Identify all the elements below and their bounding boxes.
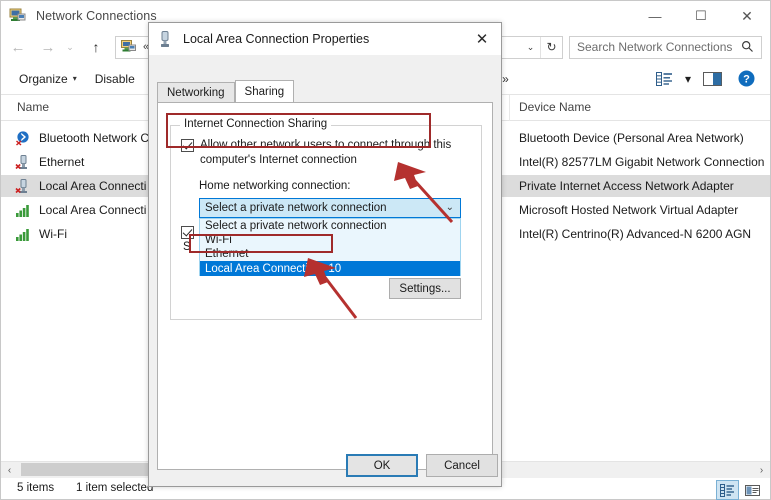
row-name-text: Wi-Fi	[39, 227, 67, 241]
overflow-chevrons-icon[interactable]: »	[502, 72, 509, 86]
group-legend: Internet Connection Sharing	[180, 118, 332, 130]
dialog-titlebar: Local Area Connection Properties ✕	[149, 23, 501, 55]
command-bar-icons: ▾ ?	[650, 66, 760, 92]
row-device-cell: Bluetooth Device (Personal Area Network)	[519, 131, 744, 145]
window-title: Network Connections	[36, 9, 157, 23]
close-button[interactable]: ✕	[724, 1, 770, 31]
home-networking-dropdown-list[interactable]: Select a private network connection Wi-F…	[199, 218, 461, 276]
breadcrumb-network-icon	[121, 39, 137, 55]
obscured-text-line: S	[183, 241, 191, 253]
preview-pane-icon[interactable]	[698, 66, 726, 92]
wireless-signal-icon	[15, 227, 32, 242]
breadcrumb-right-controls: ⌄ ↻	[521, 36, 562, 58]
refresh-icon[interactable]: ↻	[540, 36, 562, 58]
row-device-cell: Microsoft Hosted Network Virtual Adapter	[519, 203, 739, 217]
allow-sharing-checkbox-row[interactable]: Allow other network users to connect thr…	[181, 138, 471, 168]
secondary-checkbox[interactable]	[181, 226, 194, 239]
forward-button[interactable]: →	[35, 34, 61, 60]
row-name-text: Local Area Connecti	[39, 179, 147, 193]
row-name-text: Ethernet	[39, 155, 85, 169]
dialog-title: Local Area Connection Properties	[183, 32, 370, 46]
row-device-cell: Intel(R) 82577LM Gigabit Network Connect…	[519, 155, 765, 169]
row-device-cell: Intel(R) Centrino(R) Advanced-N 6200 AGN	[519, 227, 752, 241]
settings-button[interactable]: Settings...	[389, 278, 461, 299]
search-placeholder: Search Network Connections	[577, 40, 733, 54]
internet-connection-sharing-group: Internet Connection Sharing Allow other …	[170, 118, 482, 320]
tab-sharing[interactable]: Sharing	[234, 80, 295, 102]
tab-networking[interactable]: Networking	[157, 82, 235, 102]
home-networking-combobox[interactable]: Select a private network connection ⌄	[199, 198, 461, 218]
row-name-cell: Bluetooth Network C	[15, 130, 150, 146]
window-controls: — ☐ ✕	[632, 1, 770, 31]
dialog-close-button[interactable]: ✕	[463, 23, 501, 55]
change-view-icon[interactable]	[650, 66, 678, 92]
svg-text:?: ?	[743, 74, 750, 86]
breadcrumb-dropdown-icon[interactable]: ⌄	[521, 37, 540, 58]
tiles-view-icon[interactable]	[741, 480, 764, 500]
dropdown-option[interactable]: Ethernet	[200, 247, 460, 261]
dialog-button-row: OK Cancel	[149, 454, 501, 478]
disable-button[interactable]: Disable	[95, 72, 135, 86]
dropdown-option[interactable]: Select a private network connection	[200, 219, 460, 233]
sharing-tab-panel: Internet Connection Sharing Allow other …	[157, 102, 493, 470]
row-device-cell: Private Internet Access Network Adapter	[519, 179, 734, 193]
combobox-value: Select a private network connection	[205, 202, 387, 214]
dialog-body: Networking Sharing Internet Connection S…	[149, 55, 501, 486]
view-dropdown-caret[interactable]: ▾	[678, 66, 698, 92]
row-name-text: Local Area Connecti	[39, 203, 147, 217]
search-icon	[741, 40, 754, 56]
disable-label: Disable	[94, 71, 135, 86]
row-name-text: Bluetooth Network C	[39, 131, 150, 145]
allow-sharing-label: Allow other network users to connect thr…	[200, 139, 452, 166]
maximize-button[interactable]: ☐	[678, 1, 724, 31]
back-button[interactable]: ←	[5, 34, 31, 60]
item-count-label: 5 items	[17, 482, 55, 494]
row-name-cell: Local Area Connecti	[15, 203, 146, 218]
network-connections-icon	[9, 7, 27, 25]
recent-locations-button[interactable]: ⌄	[61, 34, 79, 60]
row-name-cell: Local Area Connecti	[15, 178, 147, 194]
home-networking-label: Home networking connection:	[199, 180, 351, 192]
organize-label: Organize	[19, 71, 68, 86]
up-button[interactable]: ↑	[83, 34, 109, 60]
allow-sharing-checkbox[interactable]	[181, 139, 194, 152]
chevron-down-icon: ▾	[72, 74, 77, 83]
local-area-connection-properties-dialog: Local Area Connection Properties ✕ Netwo…	[148, 22, 502, 487]
minimize-button[interactable]: —	[632, 1, 678, 31]
row-name-cell: Wi-Fi	[15, 227, 67, 242]
organize-button[interactable]: Organize ▾	[19, 72, 77, 86]
column-header-device-name[interactable]: Device Name	[519, 100, 591, 114]
ethernet-disconnected-icon	[15, 178, 32, 194]
dropdown-option-selected[interactable]: Local Area Connection* 10	[200, 261, 460, 276]
row-name-cell: Ethernet	[15, 154, 85, 170]
bluetooth-adapter-icon	[15, 130, 32, 146]
chevron-down-icon: ⌄	[445, 202, 454, 213]
ok-button[interactable]: OK	[346, 454, 418, 477]
scroll-left-arrow[interactable]: ‹	[1, 462, 18, 478]
details-view-icon[interactable]	[716, 480, 739, 500]
help-icon[interactable]: ?	[732, 66, 760, 92]
wireless-signal-icon	[15, 203, 32, 218]
search-input[interactable]: Search Network Connections	[569, 35, 762, 59]
screenshot-root: Network Connections — ☐ ✕ ← → ⌄ ↑ « ⌄ ↻ …	[0, 0, 771, 500]
ethernet-disconnected-icon	[15, 154, 32, 170]
selection-count-label: 1 item selected	[76, 482, 154, 494]
cancel-button[interactable]: Cancel	[426, 454, 498, 477]
dropdown-option[interactable]: Wi-Fi	[200, 233, 460, 247]
column-header-name[interactable]: Name	[17, 100, 49, 114]
network-adapter-icon	[158, 30, 172, 48]
scroll-right-arrow[interactable]: ›	[753, 462, 770, 478]
view-buttons	[716, 480, 764, 500]
dialog-tabs: Networking Sharing	[157, 80, 493, 102]
